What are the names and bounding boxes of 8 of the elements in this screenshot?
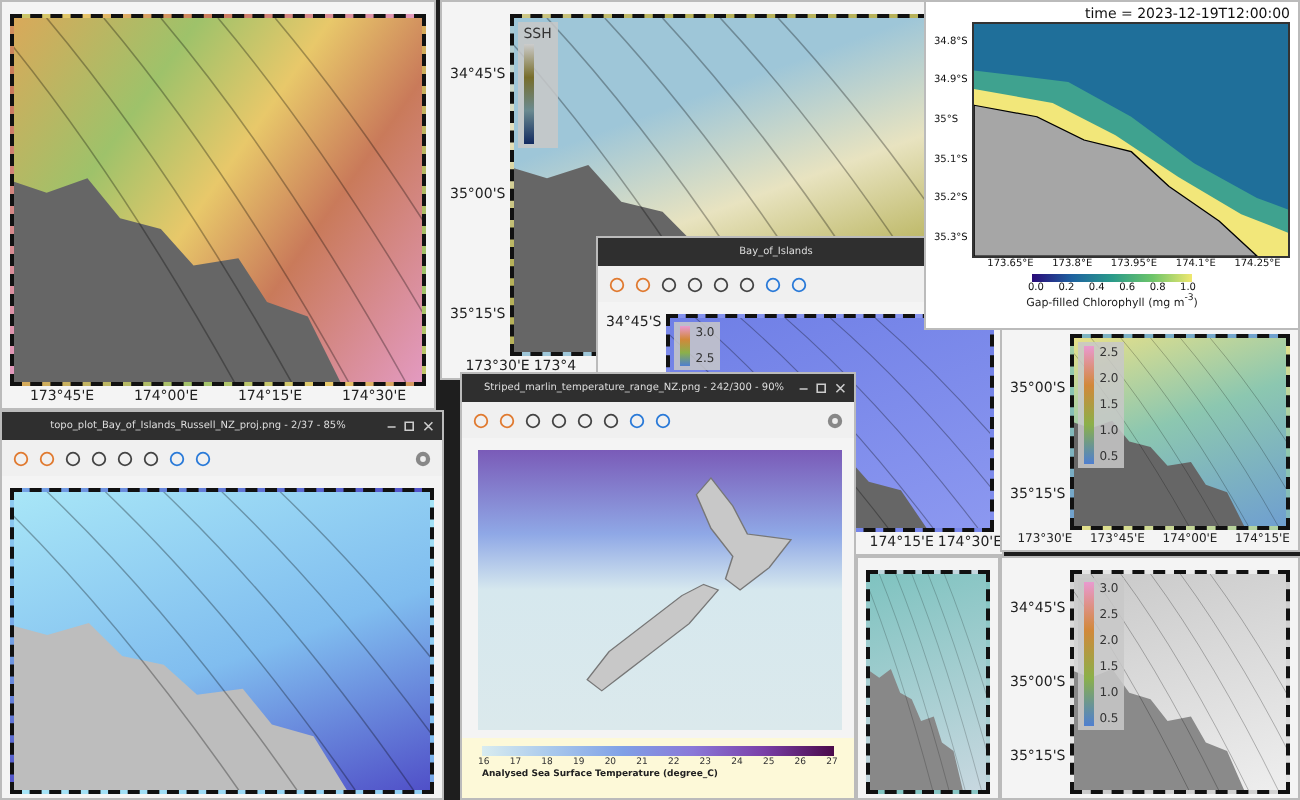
color-scale <box>1083 346 1094 464</box>
settings-icon[interactable] <box>826 411 844 429</box>
color-scale <box>1083 582 1094 726</box>
color-scale <box>679 326 690 366</box>
settings-icon[interactable] <box>414 449 432 467</box>
window-controls-icon[interactable] <box>798 381 846 395</box>
color-scale <box>523 44 534 144</box>
window-controls-icon[interactable] <box>386 419 434 433</box>
